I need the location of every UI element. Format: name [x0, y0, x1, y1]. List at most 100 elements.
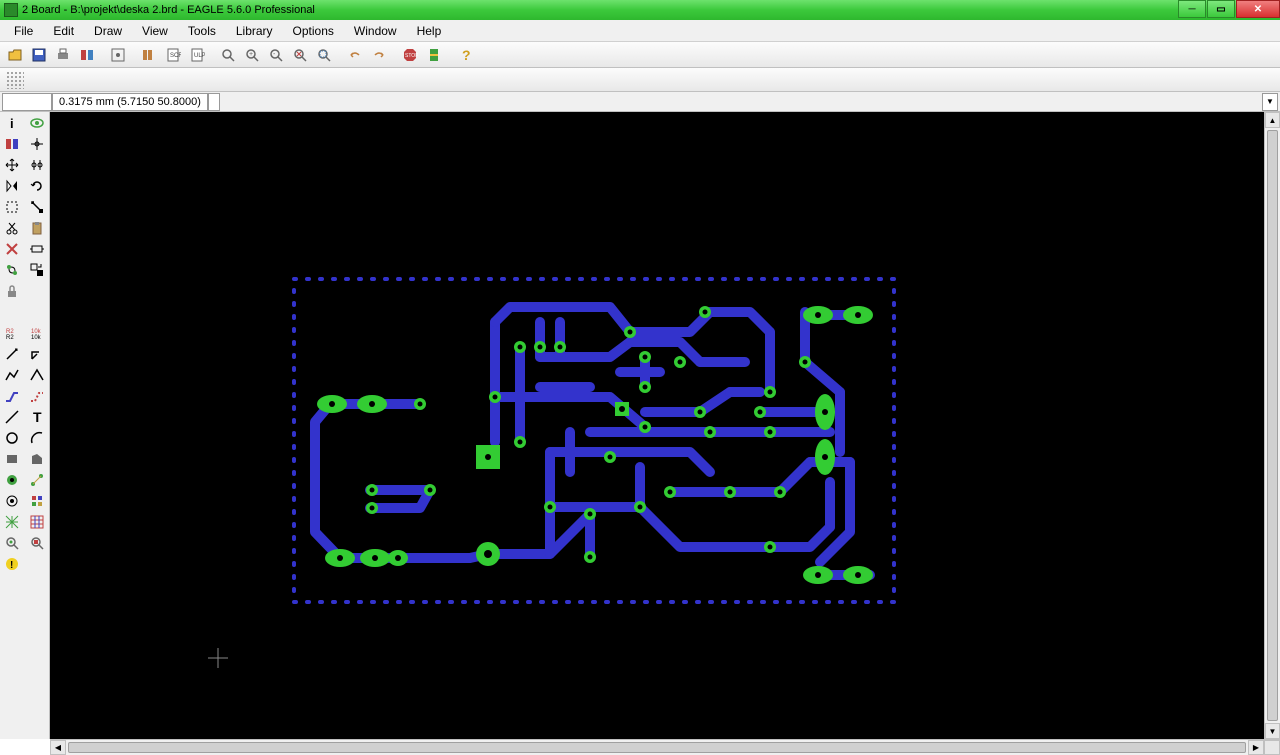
grid-button[interactable]	[4, 69, 26, 91]
svg-text:?: ?	[462, 47, 471, 63]
rect-tool[interactable]	[1, 449, 23, 469]
cam-button[interactable]	[76, 44, 98, 66]
info-tool[interactable]: i	[1, 113, 23, 133]
svg-text:T: T	[33, 409, 42, 425]
move-tool[interactable]	[1, 155, 23, 175]
stop-button[interactable]: STOP	[399, 44, 421, 66]
undo-button[interactable]	[344, 44, 366, 66]
erc-tool[interactable]	[1, 533, 23, 553]
schematic-button[interactable]	[107, 44, 129, 66]
ulp-button[interactable]: ULP	[186, 44, 208, 66]
errors-tool[interactable]: !	[1, 554, 23, 574]
replace-tool[interactable]	[26, 260, 48, 280]
vscroll-thumb[interactable]	[1267, 130, 1278, 721]
script-button[interactable]: SCR	[162, 44, 184, 66]
zoom-out-button[interactable]: -	[265, 44, 287, 66]
mirror-tool[interactable]	[1, 176, 23, 196]
ripup-tool[interactable]	[26, 386, 48, 406]
svg-text:10k: 10k	[31, 335, 42, 341]
attribute-tool[interactable]	[26, 491, 48, 511]
display-tool[interactable]	[1, 134, 23, 154]
main-area: i R2R2 10k10k	[0, 112, 1280, 739]
menu-file[interactable]: File	[4, 21, 43, 41]
menu-bar: File Edit Draw View Tools Library Option…	[0, 20, 1280, 42]
hole-tool[interactable]	[1, 491, 23, 511]
optimize-tool[interactable]	[26, 365, 48, 385]
zoom-in-button[interactable]: +	[241, 44, 263, 66]
svg-text:!: !	[10, 560, 13, 571]
drc-tool[interactable]	[26, 533, 48, 553]
window-title: 2 Board - B:\projekt\deska 2.brd - EAGLE…	[22, 4, 1177, 16]
mark-tool[interactable]	[26, 134, 48, 154]
save-button[interactable]	[28, 44, 50, 66]
text-tool[interactable]: T	[26, 407, 48, 427]
route-tool[interactable]	[1, 386, 23, 406]
minimize-button[interactable]: ─	[1178, 0, 1206, 18]
help-button[interactable]: ?	[454, 44, 476, 66]
command-dropdown[interactable]: ▼	[1262, 93, 1278, 111]
show-tool[interactable]	[26, 113, 48, 133]
svg-text:-: -	[273, 51, 276, 58]
close-button[interactable]: ✕	[1236, 0, 1280, 18]
cut-tool[interactable]	[1, 218, 23, 238]
scroll-corner	[1264, 740, 1280, 755]
via-tool[interactable]	[1, 470, 23, 490]
open-button[interactable]	[4, 44, 26, 66]
change-tool[interactable]	[26, 197, 48, 217]
paste-tool[interactable]	[26, 218, 48, 238]
name-tool[interactable]: R2R2	[1, 323, 23, 343]
zoom-redraw-button[interactable]	[289, 44, 311, 66]
circle-tool[interactable]	[1, 428, 23, 448]
tool-palette: i R2R2 10k10k	[0, 112, 50, 739]
scroll-right-button[interactable]: ▶	[1248, 740, 1264, 755]
layer-selector[interactable]	[2, 93, 52, 111]
board-canvas[interactable]	[50, 112, 1264, 739]
go-button[interactable]	[423, 44, 445, 66]
menu-tools[interactable]: Tools	[178, 21, 226, 41]
arc-tool[interactable]	[26, 428, 48, 448]
smash2-tool[interactable]	[1, 344, 23, 364]
menu-draw[interactable]: Draw	[84, 21, 132, 41]
hscroll-thumb[interactable]	[68, 742, 1246, 753]
library-button[interactable]	[138, 44, 160, 66]
pinswap-tool[interactable]	[1, 260, 23, 280]
print-button[interactable]	[52, 44, 74, 66]
auto-tool[interactable]	[26, 512, 48, 532]
menu-library[interactable]: Library	[226, 21, 283, 41]
menu-window[interactable]: Window	[344, 21, 407, 41]
copy-tool[interactable]	[26, 155, 48, 175]
vertical-scrollbar[interactable]: ▲ ▼	[1264, 112, 1280, 739]
svg-text:R2: R2	[6, 335, 14, 341]
delete-tool[interactable]	[1, 239, 23, 259]
wire-tool[interactable]	[1, 407, 23, 427]
redo-button[interactable]	[368, 44, 390, 66]
split-tool[interactable]	[1, 365, 23, 385]
ratsnest-tool[interactable]	[1, 512, 23, 532]
scroll-left-button[interactable]: ◀	[50, 740, 66, 755]
svg-text:SCR: SCR	[170, 53, 181, 59]
scroll-down-button[interactable]: ▼	[1265, 723, 1280, 739]
group-tool[interactable]	[1, 197, 23, 217]
value-tool[interactable]: 10k10k	[26, 323, 48, 343]
polygon-tool[interactable]	[26, 449, 48, 469]
smash-tool[interactable]	[1, 302, 50, 322]
main-toolbar: SCR ULP + - STOP ?	[0, 42, 1280, 68]
add-tool[interactable]	[26, 239, 48, 259]
zoom-fit-button[interactable]	[217, 44, 239, 66]
app-icon	[4, 3, 18, 17]
coordinate-readout: 0.3175 mm (5.7150 50.8000)	[52, 93, 208, 111]
menu-edit[interactable]: Edit	[43, 21, 84, 41]
window-titlebar: 2 Board - B:\projekt\deska 2.brd - EAGLE…	[0, 0, 1280, 20]
horizontal-scrollbar[interactable]: ◀ ▶	[50, 739, 1280, 755]
lock-tool[interactable]	[1, 281, 23, 301]
signal-tool[interactable]	[26, 470, 48, 490]
zoom-select-button[interactable]	[313, 44, 335, 66]
rotate-tool[interactable]	[26, 176, 48, 196]
scroll-up-button[interactable]: ▲	[1265, 112, 1280, 128]
pcb-view[interactable]	[50, 112, 1264, 739]
menu-options[interactable]: Options	[283, 21, 344, 41]
menu-view[interactable]: View	[132, 21, 178, 41]
maximize-button[interactable]: ▭	[1207, 0, 1235, 18]
miter-tool[interactable]	[26, 344, 48, 364]
menu-help[interactable]: Help	[407, 21, 452, 41]
